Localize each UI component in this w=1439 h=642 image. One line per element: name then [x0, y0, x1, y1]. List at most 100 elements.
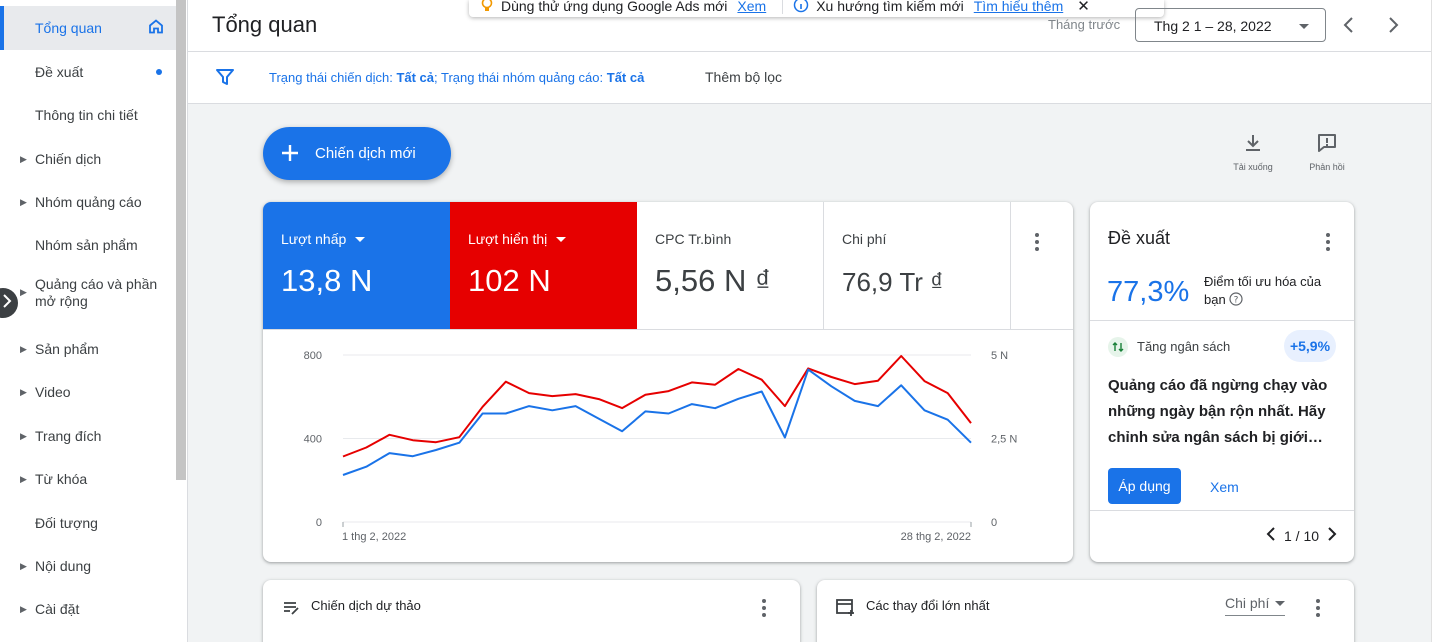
dropdown-arrow-icon: [556, 236, 567, 242]
budget-trend-icon: [1108, 337, 1128, 357]
active-filters[interactable]: Trạng thái chiến dịch: Tất cả; Trạng thá…: [269, 70, 644, 85]
divider: [782, 0, 784, 14]
sidebar-item-label: Từ khóa: [35, 471, 88, 487]
right-axis-tick-label: 5 N: [991, 350, 1008, 362]
filter-label: ; Trạng thái nhóm quảng cáo:: [434, 70, 604, 85]
sidebar-item-label: Đối tượng: [35, 515, 98, 531]
download-button[interactable]: Tải xuống: [1223, 132, 1283, 172]
sidebar-item-label: Đề xuất: [35, 64, 84, 80]
metric-avg-cpc[interactable]: CPC Tr.bình 5,56 N ₫: [637, 202, 824, 329]
chevron-right-icon[interactable]: [1327, 527, 1337, 544]
biggest-changes-card: Các thay đổi lớn nhất Chi phí: [817, 580, 1354, 642]
page-scrollbar[interactable]: [1431, 0, 1439, 642]
notification-text: Xu hướng tìm kiếm mới: [816, 0, 964, 14]
sidebar-item-label: Sản phẩm: [35, 341, 99, 357]
sidebar-item-audiences[interactable]: Đối tượng: [0, 501, 176, 545]
previous-period-button[interactable]: [1337, 13, 1361, 37]
next-period-button[interactable]: [1381, 13, 1405, 37]
metric-label: Lượt nhấp: [281, 231, 347, 247]
download-icon: [1246, 135, 1260, 151]
date-range-value: Thg 2 1 – 28, 2022: [1154, 18, 1272, 34]
filter-icon[interactable]: [215, 67, 235, 92]
chevron-right-icon: [1389, 17, 1399, 33]
x-axis-tick-label: 1 thg 2, 2022: [342, 531, 406, 543]
sidebar-item-content[interactable]: ▶ Nội dung: [0, 544, 176, 588]
close-icon[interactable]: ✕: [1077, 0, 1090, 15]
more-options-icon[interactable]: [762, 599, 766, 620]
new-campaign-button[interactable]: Chiến dịch mới: [263, 127, 451, 180]
sort-value: Chi phí: [1225, 595, 1270, 611]
dropdown-arrow-icon: [1299, 24, 1309, 29]
metric-clicks[interactable]: Lượt nhấp 13,8 N: [263, 202, 450, 329]
caret-right-icon: ▶: [20, 603, 27, 614]
apply-button[interactable]: Áp dụng: [1108, 468, 1181, 504]
more-options-icon[interactable]: [1316, 599, 1320, 620]
sidebar-scrollbar[interactable]: [176, 0, 186, 480]
caret-right-icon: ▶: [20, 153, 27, 164]
svg-text:?: ?: [1234, 296, 1239, 306]
help-icon[interactable]: ?: [1229, 292, 1243, 311]
sidebar-item-keywords[interactable]: ▶ Từ khóa: [0, 457, 176, 501]
metric-value: 76,9 Tr ₫: [842, 267, 944, 297]
feedback-button[interactable]: Phản hồi: [1297, 132, 1357, 172]
optimization-score: 77,3%: [1107, 276, 1190, 308]
metric-cost[interactable]: Chi phí 76,9 Tr ₫: [824, 202, 1011, 329]
view-new-app-link[interactable]: Xem: [737, 0, 766, 14]
sidebar-item-label: Nhóm sản phẩm: [35, 237, 138, 253]
sidebar-item-products[interactable]: ▶ Sản phẩm: [0, 327, 176, 371]
x-axis-tick-label: 28 thg 2, 2022: [901, 531, 971, 543]
sidebar-item-overview[interactable]: Tổng quan: [0, 6, 176, 50]
notification-text: Dùng thử ứng dụng Google Ads mới: [501, 0, 728, 14]
metric-label: CPC Tr.bình: [655, 231, 732, 247]
period-label: Tháng trước: [1048, 17, 1121, 32]
top-bar: Tổng quan Dùng thử ứng dụng Google Ads m…: [188, 0, 1431, 52]
sidebar-item-campaigns[interactable]: ▶ Chiến dịch: [0, 137, 176, 181]
draft-campaigns-title: Chiến dịch dự thảo: [311, 598, 421, 613]
uplift-badge: +5,9%: [1284, 330, 1336, 362]
sidebar-item-video[interactable]: ▶ Video: [0, 370, 176, 414]
plus-icon: [279, 142, 301, 168]
add-filter-button[interactable]: Thêm bộ lọc: [705, 69, 782, 85]
metric-impressions[interactable]: Lượt hiển thị 102 N: [450, 202, 637, 329]
divider: [1090, 510, 1354, 511]
view-button[interactable]: Xem: [1210, 479, 1239, 495]
sidebar-nav: Tổng quan Đề xuất Thông tin chi tiết ▶ C…: [0, 0, 188, 642]
info-icon: [793, 0, 809, 16]
divider: [1090, 320, 1354, 321]
sidebar-item-ads-extensions[interactable]: ▶ Quảng cáo và phần mở rộng: [0, 276, 176, 320]
filter-label: Trạng thái chiến dịch:: [269, 70, 393, 85]
filter-value: Tất cả: [396, 70, 435, 85]
filter-value: Tất cả: [606, 70, 645, 85]
sidebar-item-product-groups[interactable]: Nhóm sản phẩm: [0, 223, 176, 267]
chevron-left-icon: [1343, 17, 1353, 33]
draft-campaigns-card: Chiến dịch dự thảo: [263, 580, 800, 642]
more-options-icon[interactable]: [1035, 233, 1039, 254]
chevron-left-icon[interactable]: [1266, 527, 1276, 544]
sidebar-item-insights[interactable]: Thông tin chi tiết: [0, 93, 176, 137]
sidebar-item-recommendations[interactable]: Đề xuất: [0, 50, 176, 94]
sidebar-item-ad-groups[interactable]: ▶ Nhóm quảng cáo: [0, 180, 176, 224]
caret-right-icon: ▶: [20, 287, 27, 297]
more-options-icon[interactable]: [1326, 233, 1330, 254]
right-axis-tick-label: 2,5 N: [991, 434, 1017, 446]
sort-select[interactable]: Chi phí: [1225, 595, 1286, 616]
optimization-score-label: Điểm tối ưu hóa của bạn ?: [1204, 273, 1344, 311]
metric-label: Chi phí: [842, 231, 887, 247]
sidebar-item-landing-pages[interactable]: ▶ Trang đích: [0, 414, 176, 458]
dropdown-arrow-icon: [355, 236, 366, 242]
learn-more-link[interactable]: Tìm hiểu thêm: [974, 0, 1063, 14]
caret-right-icon: ▶: [20, 430, 27, 441]
sidebar-item-label: Cài đặt: [35, 601, 80, 617]
recommendations-title: Đề xuất: [1108, 228, 1171, 248]
date-range-select[interactable]: Thg 2 1 – 28, 2022: [1135, 8, 1326, 42]
sidebar-item-label: Thông tin chi tiết: [35, 107, 138, 123]
sidebar-item-settings[interactable]: ▶ Cài đặt: [0, 587, 176, 631]
sidebar-item-label: Trang đích: [35, 428, 102, 444]
compare-icon: [836, 598, 856, 621]
download-label: Tải xuống: [1233, 162, 1273, 172]
feedback-icon: [1318, 134, 1336, 152]
recommendation-pager: 1 / 10: [1266, 527, 1337, 544]
sidebar-item-label: Video: [35, 384, 71, 400]
metric-value: 13,8 N: [281, 263, 373, 298]
new-indicator-dot: [156, 69, 162, 75]
